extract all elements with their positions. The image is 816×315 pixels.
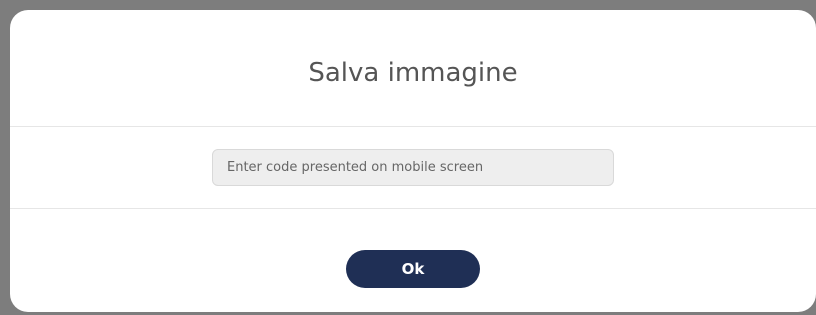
dialog-header: Salva immagine bbox=[10, 10, 816, 127]
dialog-title: Salva immagine bbox=[308, 58, 518, 88]
dialog-body bbox=[10, 127, 816, 209]
dialog-footer: Ok bbox=[10, 209, 816, 312]
mobile-code-input[interactable] bbox=[212, 148, 614, 186]
save-image-dialog: Salva immagine Ok bbox=[10, 10, 816, 312]
ok-button[interactable]: Ok bbox=[346, 250, 480, 288]
